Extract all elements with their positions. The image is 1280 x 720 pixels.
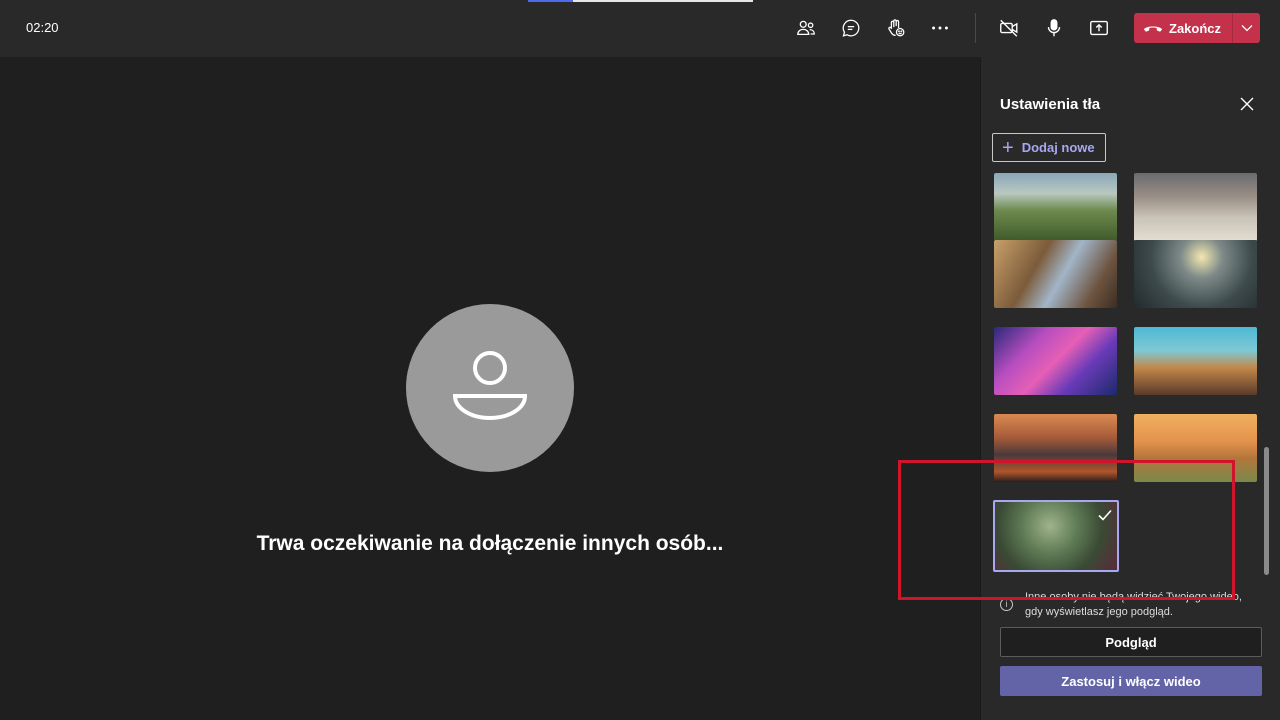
background-thumbnail-misty-forest[interactable]	[993, 500, 1119, 572]
meeting-timer: 02:20	[26, 20, 59, 35]
avatar	[406, 304, 574, 472]
tab-indicator	[573, 0, 753, 2]
camera-off-icon[interactable]	[995, 14, 1023, 42]
background-thumbnail-fantasy-street[interactable]	[994, 240, 1117, 308]
toolbar-divider	[975, 13, 976, 43]
people-icon[interactable]	[792, 14, 820, 42]
apply-and-enable-video-button[interactable]: Zastosuj i włącz wideo	[1000, 666, 1262, 696]
end-call-button[interactable]: Zakończ	[1134, 13, 1260, 43]
add-new-label: Dodaj nowe	[1021, 140, 1095, 155]
raise-hand-icon[interactable]	[882, 14, 910, 42]
share-screen-icon[interactable]	[1085, 14, 1113, 42]
checkmark-icon	[1098, 509, 1112, 521]
background-settings-panel: Ustawienia tła + Dodaj nowe i Inne osoby…	[980, 57, 1280, 720]
add-new-button[interactable]: + Dodaj nowe	[992, 133, 1106, 162]
chat-icon[interactable]	[837, 14, 865, 42]
end-call-main[interactable]: Zakończ	[1134, 13, 1232, 43]
panel-scrollbar[interactable]	[1264, 447, 1269, 575]
background-thumbnail-mountain-valley[interactable]	[994, 173, 1117, 241]
hang-up-icon	[1143, 26, 1163, 32]
background-thumbnail-sci-fi-landscape[interactable]	[1134, 240, 1257, 308]
person-icon	[452, 351, 528, 420]
more-options-icon[interactable]	[926, 14, 954, 42]
chevron-down-icon[interactable]	[1233, 13, 1260, 43]
preview-info-text: Inne osoby nie będą widzieć Twojego wide…	[1025, 591, 1242, 618]
preview-button[interactable]: Podgląd	[1000, 627, 1262, 657]
background-thumbnail-autumn-city[interactable]	[994, 414, 1117, 482]
end-call-label: Zakończ	[1169, 20, 1222, 36]
background-thumbnail-sunset-field[interactable]	[1134, 414, 1257, 482]
background-thumbnail-galaxy-nebula[interactable]	[994, 327, 1117, 395]
background-thumbnail-alien-shore[interactable]	[1134, 327, 1257, 395]
background-thumbnail-desert-ruins[interactable]	[1134, 173, 1257, 241]
close-icon[interactable]	[1236, 93, 1258, 115]
tab-indicator-active	[528, 0, 573, 2]
meeting-toolbar: 02:20 Zakończ	[0, 0, 1280, 57]
panel-title: Ustawienia tła	[1000, 96, 1101, 113]
plus-icon: +	[1002, 136, 1014, 159]
microphone-icon[interactable]	[1040, 14, 1068, 42]
info-icon: i	[1000, 598, 1013, 611]
meeting-stage: Trwa oczekiwanie na dołączenie innych os…	[0, 57, 980, 720]
waiting-message: Trwa oczekiwanie na dołączenie innych os…	[256, 532, 724, 555]
